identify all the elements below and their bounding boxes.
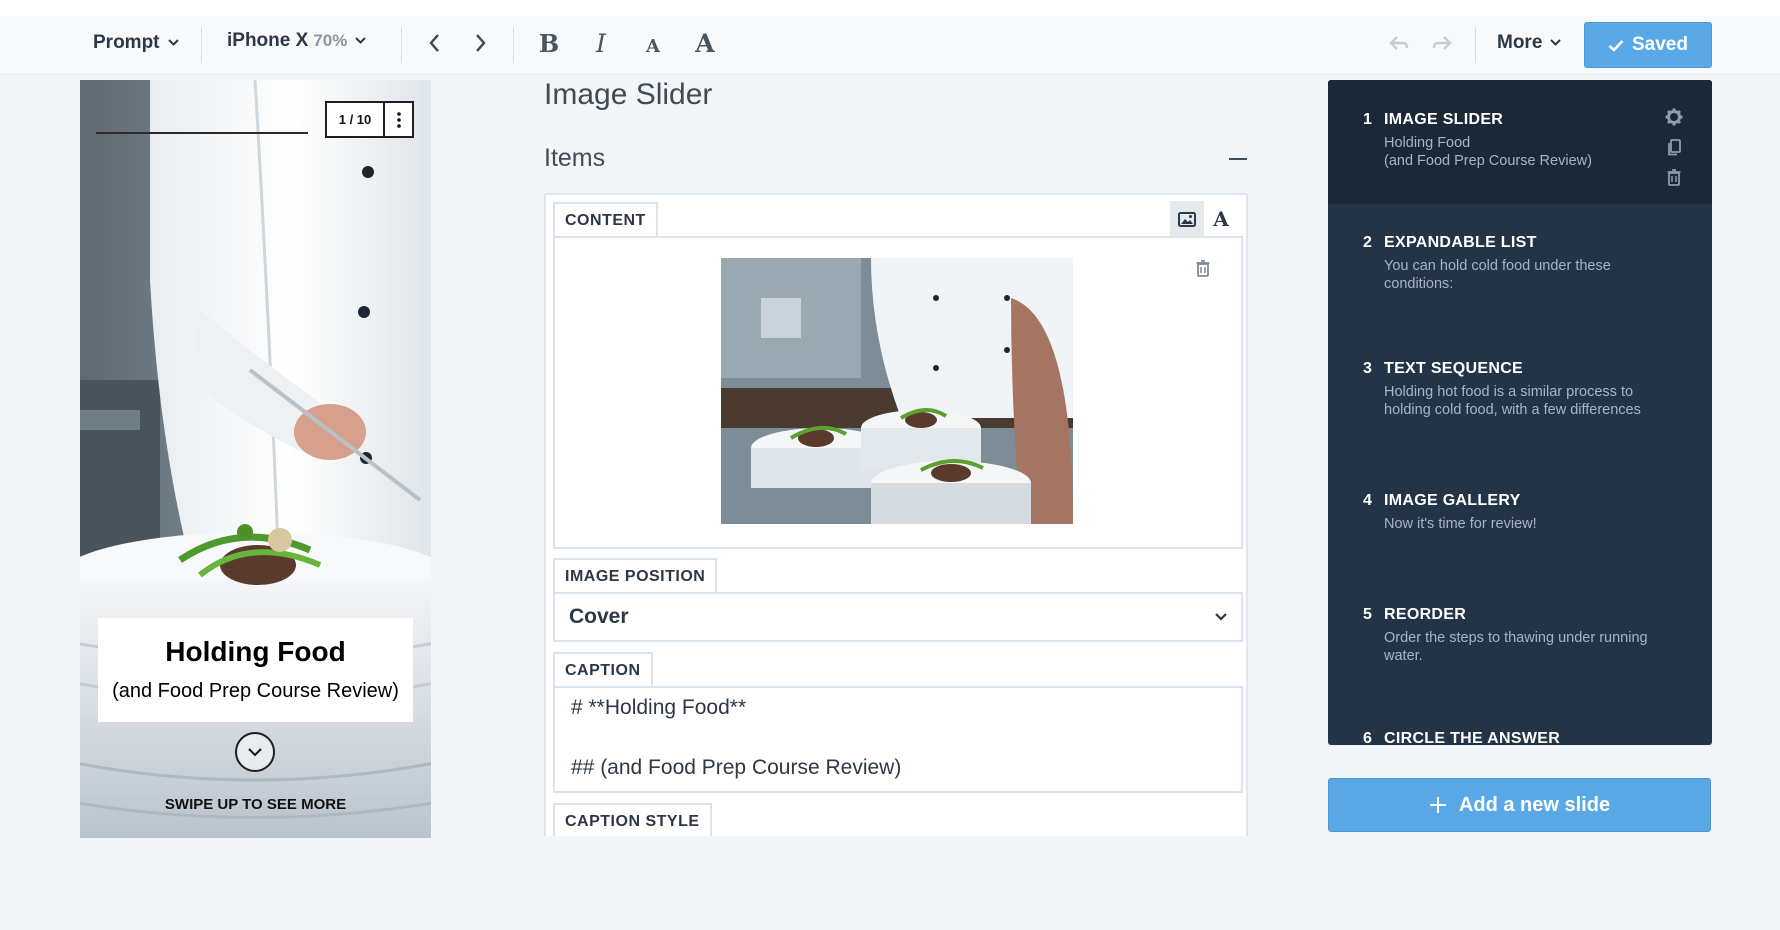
- slide-item-1[interactable]: 1 IMAGE SLIDER Holding Food (and Food Pr…: [1328, 80, 1712, 204]
- slide-number: 3: [1363, 360, 1372, 377]
- more-vert-icon[interactable]: [385, 111, 412, 128]
- chevron-down-icon: [1550, 37, 1562, 49]
- check-icon: [1608, 39, 1624, 52]
- slide-number: 5: [1363, 606, 1372, 623]
- slide-description: Holding hot food is a similar process to…: [1384, 384, 1641, 418]
- add-slide-label: Add a new slide: [1458, 793, 1611, 816]
- caption-style-tab: CAPTION STYLE: [553, 803, 712, 836]
- chevron-down-icon: [355, 35, 367, 47]
- trash-icon[interactable]: [1664, 162, 1684, 192]
- redo-icon: [1432, 36, 1452, 50]
- preview-caption: Holding Food (and Food Prep Course Revie…: [98, 618, 413, 722]
- slide-number: 4: [1363, 492, 1372, 509]
- slide-tools: [1664, 102, 1684, 192]
- arrow-right-icon: [476, 34, 486, 52]
- caption-tab: CAPTION: [553, 652, 653, 688]
- more-dropdown[interactable]: More: [1497, 32, 1562, 54]
- chevron-circle-down-icon[interactable]: [235, 732, 275, 772]
- content-tab: CONTENT: [553, 202, 658, 238]
- trash-icon[interactable]: [1196, 260, 1210, 282]
- slides-panel: 1 IMAGE SLIDER Holding Food (and Food Pr…: [1328, 80, 1712, 745]
- slide-counter-value: 1 / 10: [327, 103, 385, 136]
- copy-icon[interactable]: [1664, 132, 1684, 162]
- slide-counter: 1 / 10: [325, 101, 414, 138]
- slide-item-3[interactable]: 3 TEXT SEQUENCE Holding hot food is a si…: [1328, 328, 1712, 460]
- slide-title: EXPANDABLE LIST: [1384, 234, 1537, 251]
- preview-caption-title: Holding Food: [165, 636, 346, 667]
- phone-preview[interactable]: 1 / 10 Holding Food (and Food Prep Cours…: [80, 80, 431, 838]
- bold-icon: B: [538, 28, 560, 58]
- slide-title: IMAGE SLIDER: [1384, 111, 1504, 128]
- image-position-tab: IMAGE POSITION: [553, 558, 718, 594]
- prev-slide-button[interactable]: [416, 25, 452, 61]
- font-size-large-button[interactable]: A: [687, 25, 723, 61]
- more-label: More: [1497, 32, 1543, 53]
- slide-number: 1: [1363, 111, 1372, 128]
- arrow-left-icon: [429, 34, 439, 52]
- minus-icon[interactable]: [1229, 157, 1247, 160]
- slide-type-title: Image Slider: [544, 78, 713, 111]
- slide-item-2[interactable]: 2 EXPANDABLE LIST You can hold cold food…: [1328, 204, 1712, 328]
- top-strip: [0, 0, 1780, 16]
- items-header: Items: [544, 144, 1247, 173]
- image-position-select[interactable]: Cover: [553, 592, 1243, 642]
- toolbar-divider: [201, 27, 202, 63]
- chef-plating-photo: [80, 80, 431, 838]
- font-large-icon: A: [695, 28, 715, 58]
- slide-title: CIRCLE THE ANSWER: [1384, 730, 1561, 745]
- add-slide-button[interactable]: Add a new slide: [1328, 778, 1711, 832]
- toolbar-divider: [1475, 27, 1476, 63]
- preview-caption-subtitle: (and Food Prep Course Review): [112, 680, 399, 702]
- slide-number: 2: [1363, 234, 1372, 251]
- slide-description: Now it's time for review!: [1384, 516, 1537, 532]
- caption-textarea[interactable]: # **Holding Food** ## (and Food Prep Cou…: [553, 686, 1243, 793]
- redo-button[interactable]: [1424, 25, 1460, 61]
- toolbar-divider: [513, 27, 514, 63]
- slide-title: REORDER: [1384, 606, 1467, 623]
- progress-line: [96, 132, 308, 134]
- font-small-icon: A: [646, 35, 660, 57]
- slide-description: You can hold cold food under these condi…: [1384, 258, 1611, 292]
- device-dropdown[interactable]: iPhone X 70%: [227, 30, 367, 52]
- slide-title: IMAGE GALLERY: [1384, 492, 1521, 509]
- image-icon[interactable]: [1170, 201, 1204, 237]
- toolbar-divider: [401, 27, 402, 63]
- caption-line-2: ## (and Food Prep Course Review): [571, 756, 902, 779]
- device-zoom: 70%: [313, 31, 348, 50]
- slide-title: TEXT SEQUENCE: [1384, 360, 1524, 377]
- slide-description: Holding Food (and Food Prep Course Revie…: [1384, 135, 1592, 169]
- slide-item-4[interactable]: 4 IMAGE GALLERY Now it's time for review…: [1328, 460, 1712, 574]
- saved-label: Saved: [1632, 34, 1688, 55]
- undo-icon: [1389, 36, 1409, 50]
- bold-button[interactable]: B: [531, 25, 567, 61]
- undo-button[interactable]: [1381, 25, 1417, 61]
- caption-line-1: # **Holding Food**: [571, 696, 747, 719]
- content-image-box: [553, 236, 1243, 549]
- content-type-toggle: A: [1170, 201, 1238, 237]
- text-icon[interactable]: A: [1204, 201, 1238, 237]
- font-size-small-button[interactable]: A: [635, 25, 671, 61]
- chevron-down-icon: [167, 37, 179, 49]
- content-image-thumbnail[interactable]: [721, 258, 1073, 524]
- swipe-hint: SWIPE UP TO SEE MORE: [164, 796, 347, 813]
- slide-number: 6: [1363, 730, 1372, 745]
- italic-icon: I: [596, 28, 606, 58]
- image-position-value: Cover: [569, 605, 629, 628]
- item-editor-card: CONTENT A IMAGE POSITION Cover CAPTION #…: [544, 193, 1248, 836]
- chevron-down-icon: [1215, 608, 1227, 626]
- plus-icon: [1429, 797, 1446, 813]
- device-label: iPhone X: [227, 30, 309, 51]
- slide-description: Order the steps to thawing under running…: [1384, 630, 1648, 664]
- next-slide-button[interactable]: [463, 25, 499, 61]
- saved-button[interactable]: Saved: [1584, 22, 1712, 68]
- top-toolbar: Prompt iPhone X 70% B I A A More Saved: [0, 0, 1780, 75]
- prompt-dropdown[interactable]: Prompt: [93, 32, 179, 54]
- slide-item-6[interactable]: 6 CIRCLE THE ANSWER: [1328, 698, 1712, 745]
- italic-button[interactable]: I: [583, 25, 619, 61]
- prompt-label: Prompt: [93, 32, 160, 53]
- gear-icon[interactable]: [1664, 102, 1684, 132]
- slide-item-5[interactable]: 5 REORDER Order the steps to thawing und…: [1328, 574, 1712, 698]
- items-label: Items: [544, 144, 606, 172]
